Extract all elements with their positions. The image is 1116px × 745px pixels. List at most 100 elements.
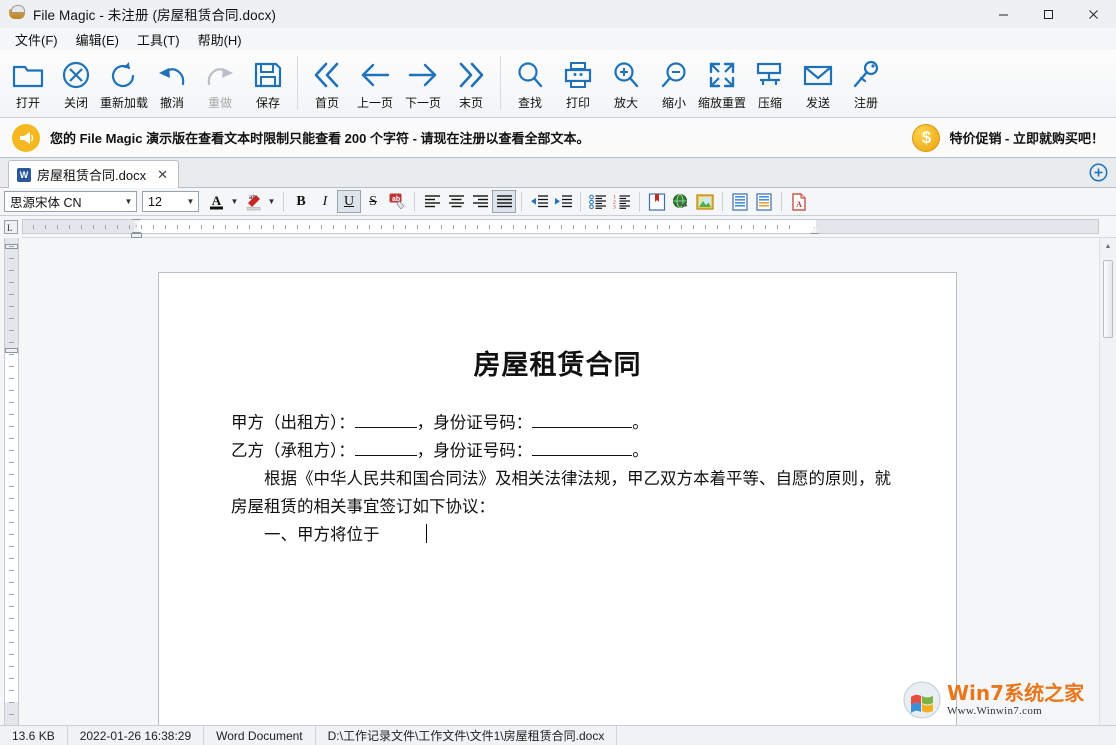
format-toolbar: 思源宋体 CN ▼ 12 ▼ A ▼ ab ▼ B I U S abab [0, 188, 1116, 216]
vruler-tick [9, 258, 14, 260]
toolbar-button-close[interactable]: 关闭 [52, 52, 100, 116]
toolbar-separator-2 [500, 56, 501, 110]
megaphone-icon [12, 123, 40, 152]
menu-tools[interactable]: 工具(T) [128, 28, 189, 51]
strikethrough-button[interactable]: S [361, 190, 385, 213]
toolbar-button-compress[interactable]: 压缩 [746, 52, 794, 116]
vertical-ruler[interactable] [0, 238, 22, 725]
toolbar-button-undo[interactable]: 撤消 [148, 52, 196, 116]
toolbar-button-open[interactable]: 打开 [4, 52, 52, 116]
insert-hyperlink-button[interactable] [669, 190, 693, 213]
toolbar-button-zoom-in[interactable]: 放大 [602, 52, 650, 116]
bold-button[interactable]: B [289, 190, 313, 213]
insert-image-button[interactable] [693, 190, 717, 213]
decrease-indent-button[interactable] [527, 190, 551, 213]
font-family-value: 思源宋体 CN [10, 196, 82, 210]
menu-help[interactable]: 帮助(H) [189, 28, 251, 51]
page-layout-button[interactable] [728, 190, 752, 213]
font-family-select[interactable]: 思源宋体 CN ▼ [4, 191, 137, 212]
ruler-tick [296, 225, 298, 229]
toolbar-button-register[interactable]: 注册 [842, 52, 890, 116]
ruler-tick [488, 225, 490, 229]
menu-file[interactable]: 文件(F) [6, 28, 67, 51]
align-justify-button[interactable] [492, 190, 516, 213]
clear-formatting-button[interactable]: abab [385, 190, 409, 213]
toolbar-button-first-page[interactable]: 首页 [303, 52, 351, 116]
italic-button[interactable]: I [313, 190, 337, 213]
bullet-list-button[interactable] [586, 190, 610, 213]
chevron-down-icon: ▼ [124, 197, 133, 206]
document-clause-one: 一、甲方将位于 [211, 521, 904, 549]
party-b-middle: ，身份证号码： [416, 441, 533, 460]
close-button[interactable] [1071, 0, 1116, 28]
tab-document[interactable]: W 房屋租赁合同.docx ✕ [8, 160, 179, 188]
minimize-button[interactable] [981, 0, 1026, 28]
menu-edit[interactable]: 编辑(E) [67, 28, 128, 51]
vruler-tick [9, 246, 14, 248]
highlight-color-dropdown-icon[interactable]: ▼ [265, 190, 278, 213]
toolbar-button-next-page[interactable]: 下一页 [399, 52, 447, 116]
tab-close-icon[interactable]: ✕ [155, 167, 170, 183]
promo-text: 特价促销 - 立即就购买吧！ [949, 131, 1104, 146]
ruler-tick [548, 225, 550, 229]
ruler-tick [500, 225, 502, 229]
ruler-tick [608, 225, 610, 229]
print-icon [562, 57, 594, 93]
font-color-button[interactable]: A [204, 190, 228, 213]
align-right-button[interactable] [468, 190, 492, 213]
underline-button[interactable]: U [337, 190, 361, 213]
toolbar-button-print[interactable]: 打印 [554, 52, 602, 116]
maximize-button[interactable] [1026, 0, 1071, 28]
ruler-corner[interactable]: L [0, 216, 22, 238]
toolbar-button-reload[interactable]: 重新加载 [100, 52, 148, 116]
ruler-tick [776, 225, 778, 229]
ruler-tick [536, 225, 538, 229]
new-tab-button[interactable] [1085, 159, 1111, 185]
document-canvas[interactable]: 房屋租赁合同 甲方（出租方）： ，身份证号码： 。 乙方（承租方）： ，身份证号码： 。… [22, 238, 1099, 725]
ruler-tick [404, 225, 406, 229]
toolbar-button-save[interactable]: 保存 [244, 52, 292, 116]
last-page-icon [454, 57, 488, 93]
toolbar-button-prev-page[interactable]: 上一页 [351, 52, 399, 116]
ruler-tick [380, 225, 382, 229]
align-center-button[interactable] [444, 190, 468, 213]
toolbar-button-zoom-out[interactable]: 缩小 [650, 52, 698, 116]
windows-logo-icon [903, 681, 941, 719]
toolbar-button-send[interactable]: 发送 [794, 52, 842, 116]
toolbar-button-last-page[interactable]: 末页 [447, 52, 495, 116]
vruler-tick [9, 450, 14, 452]
horizontal-ruler[interactable] [22, 216, 1099, 238]
ruler-tick [368, 225, 370, 229]
align-left-button[interactable] [420, 190, 444, 213]
page-layout-alt-button[interactable] [752, 190, 776, 213]
ruler-tick [212, 225, 214, 229]
font-color-dropdown-icon[interactable]: ▼ [228, 190, 241, 213]
font-size-select[interactable]: 12 ▼ [142, 191, 199, 212]
highlight-color-button[interactable]: ab [241, 190, 265, 213]
toolbar-label-redo: 重做 [207, 96, 232, 110]
toolbar-button-redo[interactable]: 重做 [196, 52, 244, 116]
toolbar-label-next-page: 下一页 [404, 96, 441, 110]
toolbar-button-zoom-reset[interactable]: 缩放重置 [698, 52, 746, 116]
toolbar-button-find[interactable]: 查找 [506, 52, 554, 116]
ruler-tick [128, 225, 130, 229]
ruler-tick [596, 225, 598, 229]
document-page[interactable]: 房屋租赁合同 甲方（出租方）： ，身份证号码： 。 乙方（承租方）： ，身份证号码： 。… [158, 272, 957, 725]
insert-bookmark-button[interactable] [645, 190, 669, 213]
ruler-tick [644, 225, 646, 229]
ruler-tick [260, 225, 262, 229]
undo-icon [156, 57, 188, 93]
document-line-party-b: 乙方（承租方）： ，身份证号码： 。 [211, 437, 904, 465]
increase-indent-button[interactable] [551, 190, 575, 213]
vruler-text-start-marker[interactable] [5, 348, 18, 353]
numbered-list-button[interactable]: 123 [610, 190, 634, 213]
ruler-tick [752, 225, 754, 229]
scroll-up-arrow-icon[interactable]: ▲ [1100, 238, 1116, 255]
vertical-scrollbar[interactable]: ▲ [1099, 238, 1116, 725]
vruler-tick [9, 462, 14, 464]
export-pdf-button[interactable]: A [787, 190, 811, 213]
toolbar-label-reload: 重新加载 [100, 96, 149, 110]
promo-link[interactable]: $ 特价促销 - 立即就购买吧！ [912, 123, 1104, 152]
font-size-value: 12 [148, 194, 162, 209]
scrollbar-thumb[interactable] [1103, 260, 1113, 338]
